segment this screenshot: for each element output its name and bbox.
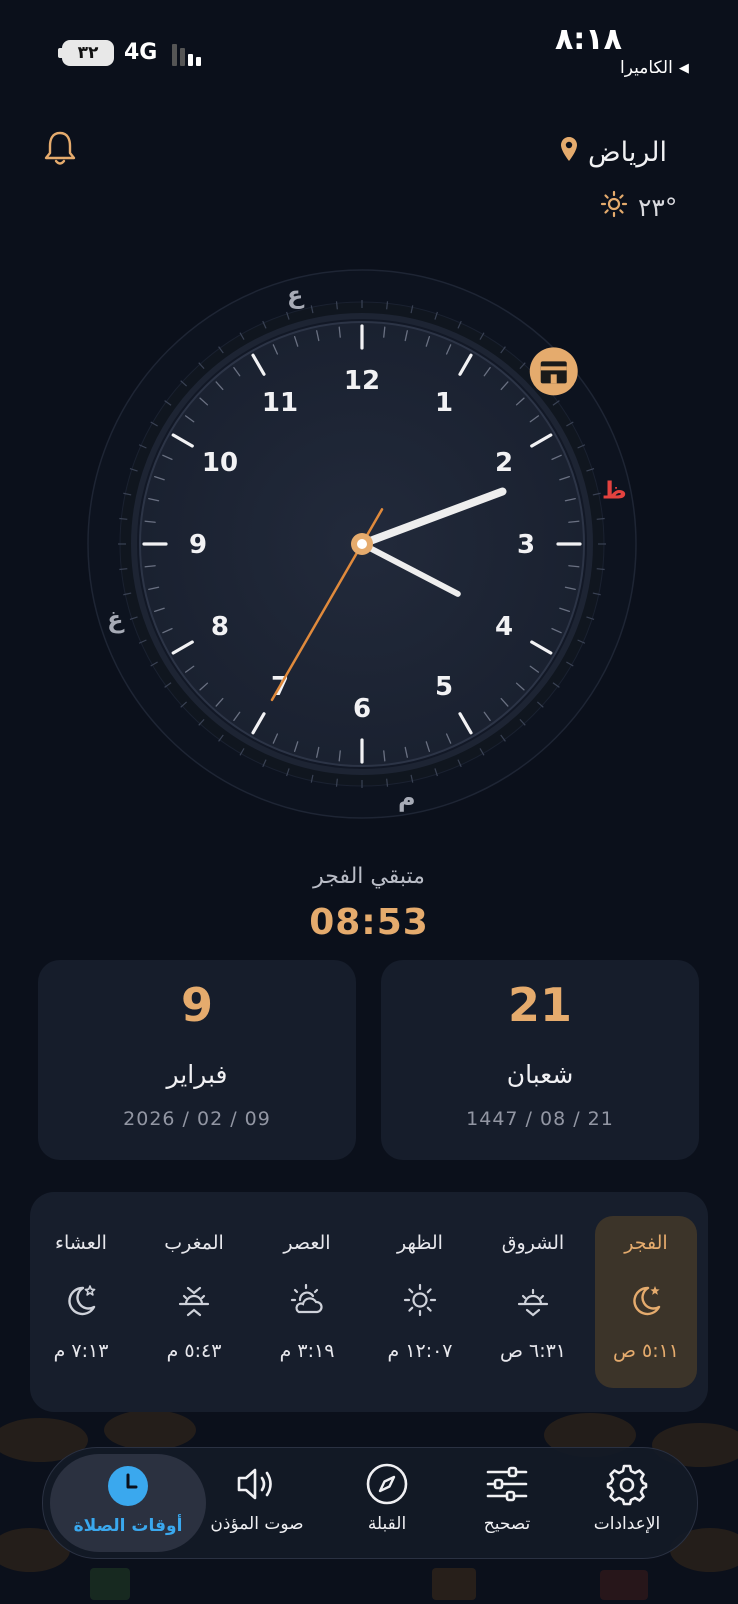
prayer-sunrise[interactable]: الشروق ٦:٣١ ص <box>482 1216 584 1388</box>
nav-adhan-sound[interactable]: صوت المؤذن <box>197 1448 317 1558</box>
gregorian-date-card[interactable]: 9 فبراير 2026 / 02 / 09 <box>38 960 356 1160</box>
clock-number: 8 <box>211 612 229 642</box>
next-prayer-label: متبقي الفجر <box>313 864 425 889</box>
clock-number: 10 <box>202 448 238 478</box>
nav-label: الإعدادات <box>593 1514 661 1534</box>
city-name: الرياض <box>588 137 668 168</box>
nav-label: تصحيح <box>483 1514 531 1534</box>
clock-number: 11 <box>262 388 298 418</box>
battery-indicator: ٣٢ <box>62 40 114 66</box>
prayer-time: ٧:١٣ م <box>53 1340 109 1362</box>
hijri-day: 21 <box>507 978 572 1032</box>
speaker-icon <box>235 1462 279 1506</box>
clock-face: 121234567891011 عظمغ <box>87 269 637 819</box>
nav-adjust[interactable]: تصحيح <box>447 1448 567 1558</box>
outer-tick <box>596 517 605 520</box>
sunset-icon <box>174 1280 214 1320</box>
hijri-date-card[interactable]: 21 شعبان 1447 / 08 / 21 <box>381 960 699 1160</box>
compass-icon <box>365 1462 409 1506</box>
sun-icon <box>400 1280 440 1320</box>
prayer-name: الفجر <box>624 1232 668 1254</box>
moon-star-icon <box>61 1280 101 1320</box>
outer-tick <box>119 568 128 571</box>
prayer-time: ٥:١١ ص <box>612 1340 680 1362</box>
nav-label: القبلة <box>367 1514 407 1534</box>
prayer-dhuhr[interactable]: الظهر ١٢:٠٧ م <box>369 1216 471 1388</box>
nav-label: أوقات الصلاة <box>73 1516 183 1536</box>
sliders-icon <box>485 1462 529 1506</box>
clock-number: 5 <box>435 672 453 702</box>
prayer-maghrib[interactable]: المغرب ٥:٤٣ م <box>143 1216 245 1388</box>
analog-clock: 121234567891011 عظمغ <box>86 268 638 820</box>
prayer-times-panel: الفجر ٥:١١ ص الشروق ٦:٣١ ص الظهر ١٢:٠٧ م… <box>30 1192 708 1412</box>
nav-settings[interactable]: الإعدادات <box>567 1448 687 1558</box>
hijri-full-date: 1447 / 08 / 21 <box>466 1108 614 1130</box>
clock-number: 4 <box>495 612 513 642</box>
prayer-name: المغرب <box>164 1232 224 1254</box>
hijri-month: شعبان <box>506 1060 574 1089</box>
outer-tick <box>335 301 338 310</box>
prayer-ring-marker: غ <box>107 605 125 633</box>
kaaba-icon <box>529 347 578 396</box>
prayer-time: ٥:٤٣ م <box>166 1340 222 1362</box>
moon-star-icon <box>626 1280 666 1320</box>
nav-prayer-times[interactable]: أوقات الصلاة <box>50 1454 206 1552</box>
back-app-label: الكاميرا <box>620 58 673 78</box>
network-type: 4G <box>124 40 158 65</box>
prayer-time: ٦:٣١ ص <box>499 1340 567 1362</box>
sun-cloud-icon <box>287 1280 327 1320</box>
prayer-asr[interactable]: العصر ٣:١٩ م <box>256 1216 358 1388</box>
sun-icon <box>600 190 628 224</box>
weather: °٢٣ <box>600 190 700 224</box>
clock-number: 3 <box>517 530 535 560</box>
prayer-name: العصر <box>283 1232 331 1254</box>
prayer-ring-marker: م <box>398 784 416 812</box>
bell-icon[interactable] <box>40 128 80 168</box>
bottom-nav: الإعدادات تصحيح القبلة صوت المؤذن أوقات … <box>42 1447 698 1559</box>
clock-number: 6 <box>353 694 371 724</box>
clock-number: 1 <box>435 388 453 418</box>
prayer-name: العشاء <box>55 1232 107 1254</box>
location-pin-icon <box>560 136 578 169</box>
gear-icon <box>605 1462 649 1506</box>
gregorian-month: فبراير <box>166 1060 228 1089</box>
outer-tick <box>596 568 605 571</box>
prayer-fajr[interactable]: الفجر ٥:١١ ص <box>595 1216 697 1388</box>
prayer-ring-marker: ظ <box>602 476 627 504</box>
clock-icon <box>106 1464 150 1508</box>
nav-label: صوت المؤذن <box>210 1514 304 1534</box>
clock-number: 9 <box>189 530 207 560</box>
prayer-name: الشروق <box>501 1232 565 1254</box>
play-arrow-icon: ◀ <box>678 60 689 76</box>
temperature: °٢٣ <box>638 192 678 222</box>
gregorian-day: 9 <box>180 978 213 1032</box>
outer-tick <box>386 778 389 787</box>
outer-tick <box>335 778 338 787</box>
location[interactable]: الرياض <box>560 136 700 169</box>
nav-qibla[interactable]: القبلة <box>327 1448 447 1558</box>
clock-number: 2 <box>495 448 513 478</box>
prayer-name: الظهر <box>397 1232 443 1254</box>
outer-tick <box>386 301 389 310</box>
outer-tick <box>119 517 128 520</box>
status-time: ٨:١٨ <box>555 22 622 57</box>
next-prayer-countdown: 08:53 <box>309 902 429 943</box>
sunrise-icon <box>513 1280 553 1320</box>
prayer-time: ١٢:٠٧ م <box>387 1340 453 1362</box>
prayer-time: ٣:١٩ م <box>279 1340 335 1362</box>
prayer-isha[interactable]: العشاء ٧:١٣ م <box>30 1216 132 1388</box>
back-to-app-link[interactable]: ◀ الكاميرا <box>620 58 720 78</box>
signal-icon <box>172 44 201 66</box>
clock-number: 12 <box>344 366 380 396</box>
prayer-ring-marker: ع <box>287 281 305 309</box>
gregorian-full-date: 2026 / 02 / 09 <box>123 1108 271 1130</box>
